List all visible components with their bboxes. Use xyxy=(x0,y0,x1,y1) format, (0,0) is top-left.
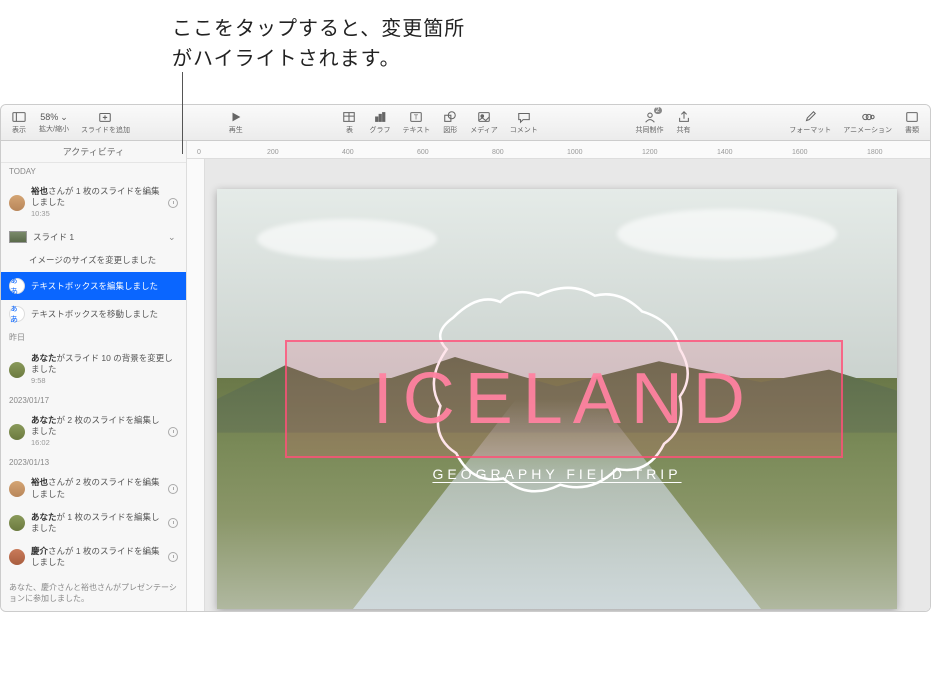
collaborate-button[interactable]: 2 共同制作 xyxy=(632,110,668,135)
comment-button[interactable]: コメント xyxy=(506,110,542,135)
sidebar-icon xyxy=(11,110,27,124)
share-button[interactable]: 共有 xyxy=(672,110,696,135)
sidebar-footer: あなた、慶介さんと裕也さんがプレゼンテーションに参加しました。 xyxy=(1,574,186,611)
play-icon xyxy=(228,110,244,124)
shape-icon xyxy=(442,110,458,124)
sidebar-title: アクティビティ xyxy=(1,141,186,163)
view-button[interactable]: 表示 xyxy=(7,110,31,135)
activity-item[interactable]: あなたが 2 枚のスライドを編集しました16:02 xyxy=(1,409,186,454)
clock-icon xyxy=(168,427,178,437)
zoom-control[interactable]: 58%⌄ 拡大/縮小 xyxy=(35,112,73,134)
activity-item[interactable]: ぁあ テキストボックスを移動しました xyxy=(1,300,186,328)
slide-group[interactable]: スライド 1 ⌄ xyxy=(1,225,186,249)
activity-item[interactable]: 裕也さんが 2 枚のスライドを編集しました xyxy=(1,471,186,505)
people-icon: 2 xyxy=(642,110,658,124)
activity-sidebar: アクティビティ TODAY 裕也さんが 1 枚のスライドを編集しました10:35… xyxy=(1,141,187,611)
text-badge-icon: ぁあ xyxy=(9,306,25,322)
activity-item[interactable]: 慶介さんが 1 枚のスライドを編集しました xyxy=(1,540,186,574)
canvas-area: 0 200 400 600 800 1000 1200 1400 1600 18… xyxy=(187,141,930,611)
chart-icon xyxy=(372,110,388,124)
document-button[interactable]: 書類 xyxy=(900,110,924,135)
activity-item[interactable]: 裕也さんが 1 枚のスライドを編集しました10:35 xyxy=(1,180,186,225)
clock-icon xyxy=(168,552,178,562)
plus-icon xyxy=(97,110,113,124)
slide[interactable]: ICELAND GEOGRAPHY FIELD TRIP xyxy=(217,189,897,609)
clock-icon xyxy=(168,518,178,528)
brush-icon xyxy=(802,110,818,124)
section-date2: 2023/01/13 xyxy=(1,454,186,471)
comment-icon xyxy=(516,110,532,124)
svg-text:T: T xyxy=(414,115,419,122)
activity-item-selected[interactable]: ぁあ テキストボックスを編集しました xyxy=(1,272,186,300)
clock-icon xyxy=(168,484,178,494)
media-icon xyxy=(476,110,492,124)
shape-button[interactable]: 図形 xyxy=(438,110,462,135)
section-today: TODAY xyxy=(1,163,186,180)
table-button[interactable]: 表 xyxy=(337,110,361,135)
activity-sub-item[interactable]: イメージのサイズを変更しました xyxy=(1,249,186,272)
title-text-box[interactable]: ICELAND xyxy=(285,340,843,458)
activity-item[interactable]: あなたがスライド 10 の背景を変更しました9:58 xyxy=(1,347,186,392)
avatar xyxy=(9,515,25,531)
slide-thumbnail xyxy=(9,231,27,243)
text-badge-icon: ぁあ xyxy=(9,278,25,294)
avatar xyxy=(9,481,25,497)
animation-button[interactable]: アニメーション xyxy=(839,110,896,135)
callout-annotation: ここをタップすると、変更箇所 がハイライトされます。 xyxy=(172,14,465,74)
slide-subtitle[interactable]: GEOGRAPHY FIELD TRIP xyxy=(217,466,897,482)
avatar xyxy=(9,195,25,211)
callout-line xyxy=(182,72,183,154)
table-icon xyxy=(341,110,357,124)
avatar xyxy=(9,362,25,378)
chevron-down-icon[interactable]: ⌄ xyxy=(168,232,178,243)
chart-button[interactable]: グラフ xyxy=(365,110,394,135)
app-window: 表示 58%⌄ 拡大/縮小 スライドを追加 再生 表 グラフ T テキスト xyxy=(0,104,931,612)
collab-badge: 2 xyxy=(654,107,662,114)
chevron-down-icon: ⌄ xyxy=(60,112,68,123)
text-icon: T xyxy=(408,110,424,124)
share-icon xyxy=(676,110,692,124)
ruler-horizontal: 0 200 400 600 800 1000 1200 1400 1600 18… xyxy=(187,141,930,159)
slide-title: ICELAND xyxy=(373,358,755,440)
play-button[interactable]: 再生 xyxy=(224,110,248,135)
ruler-vertical xyxy=(187,159,205,611)
section-date1: 2023/01/17 xyxy=(1,392,186,409)
text-button[interactable]: T テキスト xyxy=(398,110,434,135)
avatar xyxy=(9,424,25,440)
slide-canvas[interactable]: ICELAND GEOGRAPHY FIELD TRIP xyxy=(187,159,930,611)
activity-item[interactable]: あなたが 1 枚のスライドを編集しました xyxy=(1,506,186,540)
section-yesterday: 昨日 xyxy=(1,328,186,347)
clock-icon xyxy=(168,198,178,208)
animation-icon xyxy=(860,110,876,124)
format-button[interactable]: フォーマット xyxy=(785,110,835,135)
avatar xyxy=(9,549,25,565)
document-icon xyxy=(904,110,920,124)
toolbar: 表示 58%⌄ 拡大/縮小 スライドを追加 再生 表 グラフ T テキスト xyxy=(1,105,930,141)
add-slide-button[interactable]: スライドを追加 xyxy=(77,110,134,135)
media-button[interactable]: メディア xyxy=(466,110,502,135)
